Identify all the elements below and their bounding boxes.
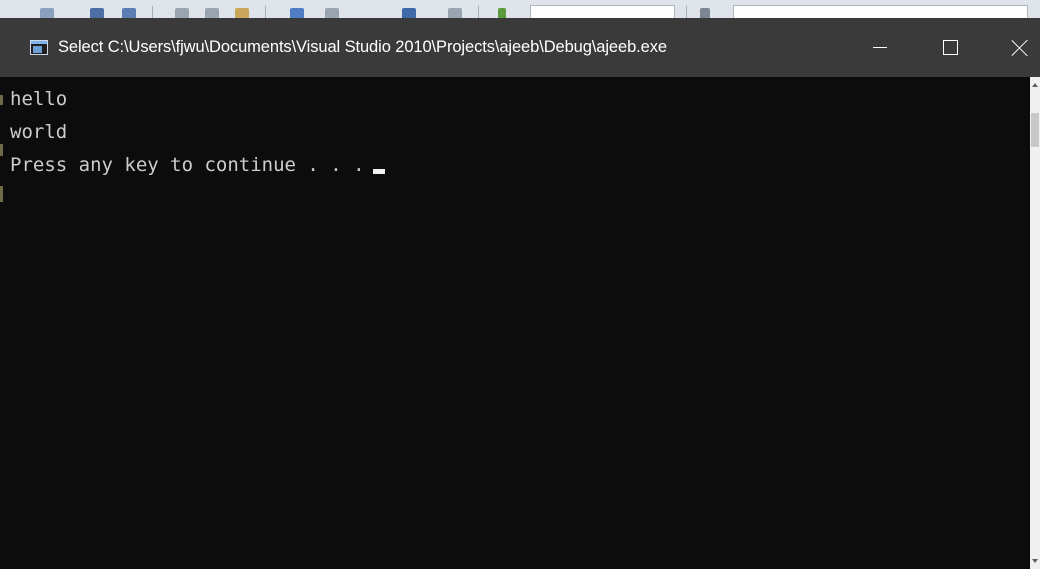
scrollbar-thumb[interactable] xyxy=(1031,113,1039,147)
console-line: world xyxy=(10,116,1030,149)
background-window-edge xyxy=(0,186,3,202)
scroll-down-arrow-icon[interactable] xyxy=(1030,553,1040,569)
console-line-text: Press any key to continue . . . xyxy=(10,154,365,176)
console-line-text: world xyxy=(10,121,68,143)
title-bar[interactable]: Select C:\Users\fjwu\Documents\Visual St… xyxy=(0,18,1040,77)
minimize-icon xyxy=(873,47,887,48)
background-window-edge xyxy=(0,144,3,156)
console-line: hello xyxy=(10,83,1030,116)
scroll-up-arrow-icon[interactable] xyxy=(1030,77,1040,93)
text-cursor xyxy=(372,169,385,174)
close-button[interactable] xyxy=(997,18,1040,77)
close-icon xyxy=(1011,39,1029,57)
maximize-icon xyxy=(942,40,958,55)
console-line-text: hello xyxy=(10,88,68,110)
console-app-icon[interactable] xyxy=(30,40,48,55)
minimize-button[interactable] xyxy=(857,18,903,77)
maximize-button[interactable] xyxy=(927,18,973,77)
console-line: Press any key to continue . . . xyxy=(10,149,1030,182)
console-window[interactable]: Select C:\Users\fjwu\Documents\Visual St… xyxy=(0,18,1040,569)
console-output[interactable]: hello world Press any key to continue . … xyxy=(0,77,1030,569)
vertical-scrollbar[interactable] xyxy=(1030,77,1040,569)
window-title: Select C:\Users\fjwu\Documents\Visual St… xyxy=(58,38,667,56)
background-window-edge xyxy=(0,95,3,105)
